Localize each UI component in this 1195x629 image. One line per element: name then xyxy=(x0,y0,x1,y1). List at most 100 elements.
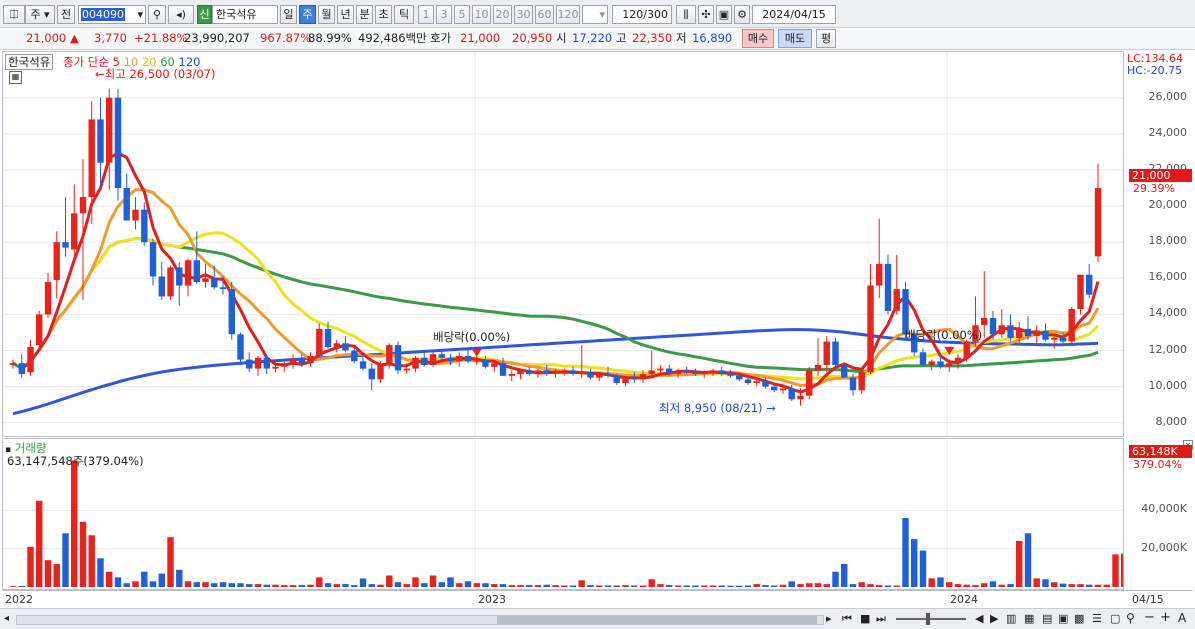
interval-30[interactable]: 30 xyxy=(514,5,533,24)
market-select[interactable]: 주 ▾ xyxy=(25,5,55,24)
scroll-left-icon[interactable]: ◂ xyxy=(4,613,9,624)
gear-icon[interactable]: ⚙ xyxy=(734,5,750,24)
volume-info: 63,147,548주(379.04%) xyxy=(7,454,144,468)
candle-body xyxy=(228,289,235,335)
first-icon[interactable]: ⏮ xyxy=(842,612,852,626)
candle-body xyxy=(438,354,445,358)
speaker-icon[interactable]: ◂) xyxy=(168,5,194,24)
period-minute[interactable]: 분 xyxy=(356,5,373,24)
period-second[interactable]: 초 xyxy=(375,5,392,24)
search-icon[interactable]: ⚲ xyxy=(148,5,166,24)
volume-bar xyxy=(849,584,857,587)
period-week[interactable]: 주 xyxy=(299,5,316,24)
pattern-icon[interactable]: ▩ xyxy=(1074,612,1084,625)
volume-bar xyxy=(631,585,638,587)
list-icon[interactable]: ☰ xyxy=(1092,612,1102,625)
volume-bar xyxy=(18,586,25,587)
candle-body xyxy=(1051,337,1058,340)
table-icon[interactable]: ▦ xyxy=(9,71,22,84)
crosshair-icon[interactable]: ✣ xyxy=(698,5,714,24)
candle-body xyxy=(254,357,262,369)
candle-body xyxy=(508,374,515,376)
candle-body xyxy=(132,209,139,221)
period-year[interactable]: 년 xyxy=(337,5,354,24)
candle-body xyxy=(657,368,664,371)
buy-button[interactable]: 매수 xyxy=(742,29,774,48)
interval-1[interactable]: 1 xyxy=(418,5,434,24)
candle-body xyxy=(351,350,358,362)
zoom-search-icon[interactable]: ⚲ xyxy=(1126,611,1135,625)
candle-body xyxy=(587,372,594,378)
high-label: 고 xyxy=(616,31,627,45)
interval-3[interactable]: 3 xyxy=(436,5,452,24)
candle-body xyxy=(937,361,944,367)
bars-icon[interactable]: ▥ xyxy=(1006,612,1016,625)
candle-body xyxy=(456,356,463,362)
interval-120[interactable]: 120 xyxy=(556,5,580,24)
interval-10[interactable]: 10 xyxy=(472,5,491,24)
candle-body xyxy=(27,346,34,373)
candle-body xyxy=(1033,330,1040,337)
period-day[interactable]: 일 xyxy=(280,5,297,24)
back-icon[interactable]: ◀ xyxy=(975,612,983,625)
candle-body xyxy=(36,314,43,346)
save-icon[interactable]: ▣ xyxy=(716,5,732,24)
candle-type-icon[interactable]: ⫼ xyxy=(676,5,696,24)
date-input[interactable]: 2024/04/15 xyxy=(752,5,836,24)
volume-bar xyxy=(237,583,244,587)
frame-icon[interactable]: ▢ xyxy=(1110,612,1120,625)
scroll-bar[interactable]: ◂ ▸ ⏮ ■ ⏭ ◀ ▶ ▥ ▦ ▤ ▣ ▩ ☰ ▢ ⚲ − + A xyxy=(0,608,1195,629)
last-volume-tag: 63,148K xyxy=(1129,445,1192,458)
period-tick[interactable]: 틱 xyxy=(394,5,414,24)
prev-button[interactable]: 전 xyxy=(57,5,75,24)
interval-dropdown[interactable]: ▾ xyxy=(582,5,608,24)
stop-icon[interactable]: ■ xyxy=(860,612,870,625)
last-volume-pct: 379.04% xyxy=(1133,458,1182,471)
quote-volume: 23,990,207 xyxy=(184,31,250,45)
forward-icon[interactable]: ▶ xyxy=(990,612,998,625)
candle-body xyxy=(18,363,25,374)
zoom-handle[interactable] xyxy=(926,613,930,625)
volume-bar xyxy=(491,584,498,587)
candle-body xyxy=(832,341,839,365)
ma5-line xyxy=(20,151,1100,394)
eval-button[interactable]: 평 xyxy=(816,29,836,48)
price-panel[interactable]: 한국석유 종가 단순 5 10 20 60 120 ▦ ←최고 26,500 (… xyxy=(2,51,1124,437)
count-input[interactable]: 120/300 xyxy=(612,5,672,24)
interval-60[interactable]: 60 xyxy=(535,5,554,24)
volume-bar xyxy=(981,583,988,587)
price-tick-label: 18,000 xyxy=(1148,234,1188,248)
volume-bar xyxy=(1033,578,1040,587)
volume-panel[interactable]: ▪ 거래량 63,147,548주(379.04%) xyxy=(2,438,1124,590)
interval-5[interactable]: 5 xyxy=(454,5,470,24)
candle-body xyxy=(1042,330,1049,340)
last-price-tag: 21,000 xyxy=(1129,169,1192,182)
candle-body xyxy=(928,361,935,365)
code-input[interactable]: 004090 ▾ xyxy=(78,5,146,24)
last-icon[interactable]: ⏭ xyxy=(876,612,886,626)
interval-20[interactable]: 20 xyxy=(493,5,512,24)
period-month[interactable]: 월 xyxy=(318,5,335,24)
candle-body xyxy=(604,374,612,376)
candle-body xyxy=(1086,274,1093,295)
columns-icon[interactable]: ▤ xyxy=(1042,612,1052,625)
sell-button[interactable]: 매도 xyxy=(778,29,812,48)
grid-icon[interactable]: ▦ xyxy=(1024,612,1034,625)
tile-icon[interactable]: ▣ xyxy=(1058,612,1068,625)
candle-body xyxy=(53,242,60,281)
scroll-thumb[interactable] xyxy=(497,616,817,624)
zoom-out-icon[interactable]: − xyxy=(1144,610,1155,625)
candle-body xyxy=(464,356,472,362)
scroll-track[interactable] xyxy=(16,615,824,625)
zoom-slider[interactable] xyxy=(896,613,966,625)
volume-bar xyxy=(517,585,524,587)
zoom-in-icon[interactable]: + xyxy=(1160,610,1171,625)
volume-bar xyxy=(263,584,270,587)
volume-bar xyxy=(429,575,437,587)
volume-bar xyxy=(779,584,787,587)
layout-icon[interactable]: ⎅ xyxy=(3,5,25,24)
volume-bar xyxy=(622,585,629,587)
font-size-icon[interactable]: A xyxy=(1178,611,1186,625)
volume-bar xyxy=(1121,553,1123,587)
scroll-right-icon[interactable]: ▸ xyxy=(826,612,832,625)
